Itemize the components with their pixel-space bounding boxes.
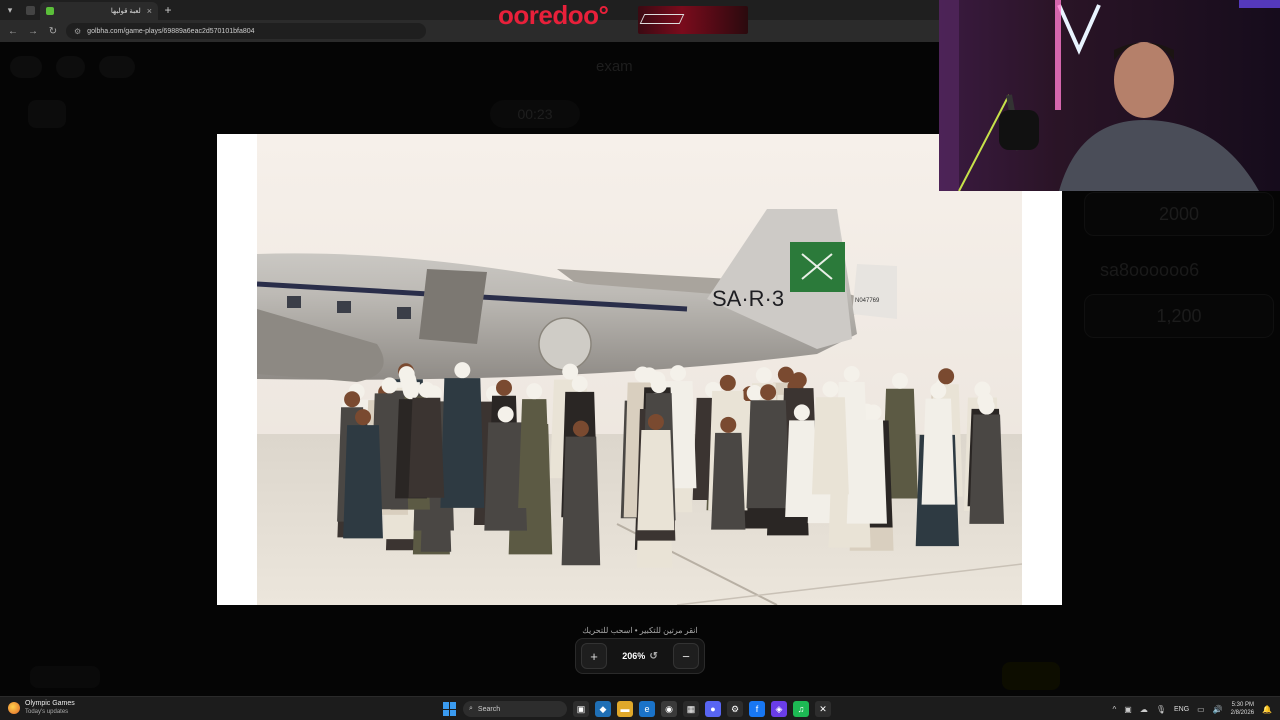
widget-title: Olympic Games [25, 700, 75, 707]
favicon-icon [46, 7, 54, 15]
zoom-controls: + 206% ↺ − [575, 638, 705, 674]
taskbar-search[interactable]: ⌕ Search [463, 701, 567, 717]
url-text: golbha.com/game-plays/69889a6eac2d570101… [87, 27, 255, 35]
edge-icon[interactable]: e [639, 701, 655, 717]
xbox-icon[interactable]: ✕ [815, 701, 831, 717]
tab-active[interactable]: لعبة قولبها × [40, 2, 158, 20]
team-score-card: 2000 [1084, 192, 1274, 236]
tab-title: لعبة قولبها [110, 8, 141, 15]
chrome-icon[interactable]: ◉ [661, 701, 677, 717]
zoom-level-value: 206% [622, 651, 646, 661]
tail-registration: SA·R·3 [712, 286, 784, 311]
webcam-overlay [939, 0, 1280, 191]
ooredoo-logo: ooredoo° [498, 0, 609, 30]
clock-time: 5:30 PM [1231, 702, 1255, 708]
volume-icon[interactable]: 🔊 [1213, 705, 1223, 714]
site-info-icon[interactable]: ⚙ [74, 27, 81, 36]
search-label: Search [477, 705, 501, 713]
start-button-icon[interactable] [443, 702, 457, 716]
windows-taskbar: Olympic Games Today's updates ⌕ Search ▣… [0, 696, 1280, 720]
microphone-icon[interactable]: 🎙 [1156, 705, 1166, 714]
bottom-left-button[interactable] [30, 666, 100, 688]
zoom-level[interactable]: 206% ↺ [622, 651, 657, 662]
game-header [10, 54, 930, 80]
header-pill-1[interactable] [10, 56, 43, 78]
tab-close-icon[interactable]: × [147, 6, 152, 16]
question-timer: 00:23 [490, 100, 580, 128]
zoom-hint: انقر مرتين للتكبير • اسحب للتحريك [582, 626, 698, 635]
notification-icon[interactable]: 🔔 [1262, 705, 1272, 714]
tray-app-icon[interactable]: ▣ [1124, 705, 1132, 714]
widget-subtitle: Today's updates [25, 709, 69, 715]
team-score-card-2: 1,200 [1084, 294, 1274, 338]
tray-app-icon-2[interactable]: ☁ [1140, 705, 1148, 714]
address-bar[interactable]: ⚙ golbha.com/game-plays/69889a6eac2d5701… [66, 23, 426, 39]
back-button[interactable]: ← [6, 26, 20, 37]
back-control[interactable] [28, 100, 66, 128]
image-viewer[interactable]: SA·R·3 N047769 [217, 134, 1062, 605]
forward-button[interactable]: → [26, 26, 40, 37]
new-tab-button[interactable]: + [158, 3, 178, 17]
zoom-in-button[interactable]: + [581, 643, 607, 669]
olympics-icon [8, 702, 20, 714]
pinned-tab-icon [25, 5, 35, 15]
settings-icon[interactable]: ⚙ [727, 701, 743, 717]
bottom-right-button[interactable] [1002, 662, 1060, 690]
question-photo[interactable]: SA·R·3 N047769 [257, 134, 1022, 605]
tab-pinned[interactable] [20, 0, 40, 20]
header-pill-2[interactable] [56, 56, 86, 78]
other-registration: N047769 [855, 298, 880, 304]
facebook-icon[interactable]: f [749, 701, 765, 717]
chevron-up-icon[interactable]: ^ [1112, 705, 1116, 714]
network-icon[interactable]: ▭ [1197, 705, 1205, 714]
copilot-icon[interactable]: ◆ [595, 701, 611, 717]
browser-toolbar: ← → ↻ ⚙ golbha.com/game-plays/69889a6eac… [0, 20, 940, 42]
clock-date: 2/8/2026 [1230, 710, 1255, 716]
banner-ad-graphic [638, 6, 748, 34]
tab-search-icon[interactable]: ▾ [0, 0, 20, 20]
game-title: exam [596, 58, 633, 75]
screen: exam 00:23 2000 sa8oooooo6 1,200 ▾ لعبة … [0, 0, 1280, 720]
team-name: sa8oooooo6 [1100, 260, 1200, 280]
system-tray: ^ ▣ ☁ 🎙 ENG ▭ 🔊 5:30 PM 2/8/2026 🔔 [1112, 699, 1272, 719]
zoom-out-button[interactable]: − [672, 643, 699, 669]
discord-icon[interactable]: ● [705, 701, 721, 717]
reload-button[interactable]: ↻ [46, 26, 60, 37]
task-view-icon[interactable]: ▣ [573, 701, 589, 717]
clock[interactable]: 5:30 PM 2/8/2026 [1231, 701, 1254, 717]
taskbar-apps: ⌕ Search ▣ ◆ ▬ e ◉ ▦ ● ⚙ f ◈ ♫ ✕ [443, 699, 831, 719]
reset-zoom-icon[interactable]: ↺ [649, 651, 657, 662]
spotify-icon[interactable]: ♫ [793, 701, 809, 717]
header-pill-3[interactable] [99, 56, 135, 78]
search-icon: ⌕ [469, 705, 473, 712]
app-icon[interactable]: ◈ [771, 701, 787, 717]
file-explorer-icon[interactable]: ▬ [617, 701, 633, 717]
store-icon[interactable]: ▦ [683, 701, 699, 717]
language-indicator[interactable]: ENG [1174, 706, 1189, 713]
widgets-button[interactable]: Olympic Games Today's updates [8, 700, 75, 716]
